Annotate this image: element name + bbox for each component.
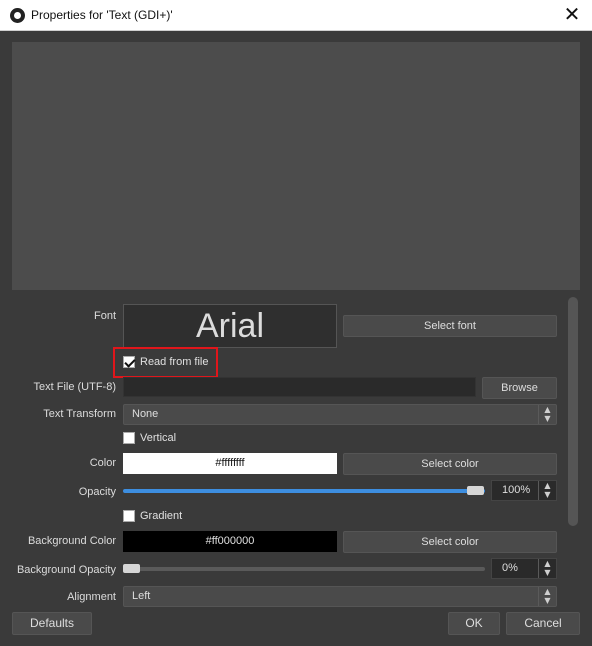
opacity-value: 100% [502,484,531,496]
color-swatch: #ffffffff [123,453,337,474]
up-down-chevron-icon[interactable]: ▲ ▼ [538,481,556,500]
text-file-label: Text File (UTF-8) [33,381,117,393]
alignment-select[interactable]: Left ▲ ▼ [123,586,557,607]
source-preview [12,42,580,290]
gradient-label[interactable]: Gradient [140,510,182,522]
alignment-value: Left [132,590,151,602]
properties-scrollbar[interactable] [568,297,578,526]
browse-button[interactable]: Browse [482,377,557,399]
background-color-label: Background Color [27,535,116,547]
text-transform-select[interactable]: None ▲ ▼ [123,404,557,425]
background-opacity-label: Background Opacity [16,564,116,576]
read-from-file-checkbox[interactable] [123,356,135,368]
ok-button[interactable]: OK [448,612,500,635]
background-color-swatch: #ff000000 [123,531,337,552]
font-label: Font [93,310,116,322]
alignment-label: Alignment [67,591,116,603]
opacity-spinbox[interactable]: 100% ▲ ▼ [491,480,557,501]
background-opacity-value: 0% [502,562,518,574]
up-down-chevron-icon[interactable]: ▲ ▼ [538,559,556,578]
font-preview-text: Arial [195,307,265,345]
up-down-chevron-icon: ▲ ▼ [538,405,556,424]
select-background-color-button[interactable]: Select color [343,531,557,553]
background-opacity-slider[interactable] [123,567,485,571]
gradient-checkbox[interactable] [123,510,135,522]
vertical-label[interactable]: Vertical [140,432,176,444]
title-bar: Properties for 'Text (GDI+)' ✕ [0,0,592,31]
read-from-file-label[interactable]: Read from file [140,356,208,368]
font-preview: Arial [123,304,337,348]
text-transform-value: None [132,408,159,420]
select-font-button[interactable]: Select font [343,315,557,337]
window-title: Properties for 'Text (GDI+)' [31,8,173,22]
opacity-slider[interactable] [123,489,485,493]
cancel-button[interactable]: Cancel [506,612,580,635]
text-file-path-input[interactable] [123,377,476,397]
background-opacity-slider-handle[interactable] [123,564,140,573]
background-opacity-spinbox[interactable]: 0% ▲ ▼ [491,558,557,579]
select-color-button[interactable]: Select color [343,453,557,475]
color-label: Color [89,457,116,469]
vertical-checkbox[interactable] [123,432,135,444]
close-icon[interactable]: ✕ [556,0,588,30]
up-down-chevron-icon: ▲ ▼ [538,587,556,606]
obs-logo-icon [10,8,25,23]
text-transform-label: Text Transform [43,408,116,420]
opacity-label: Opacity [78,486,116,498]
defaults-button[interactable]: Defaults [12,612,92,635]
opacity-slider-handle[interactable] [467,486,484,495]
